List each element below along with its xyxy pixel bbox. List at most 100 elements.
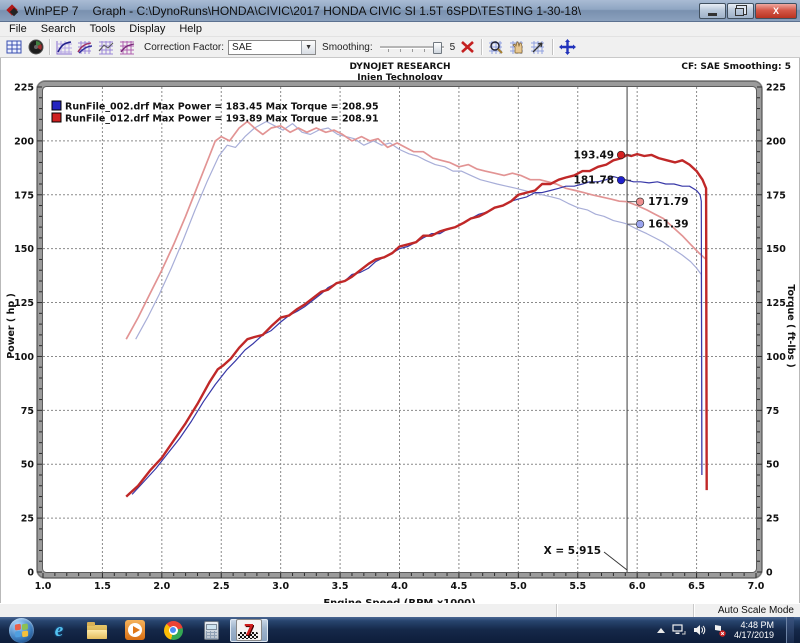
winpep7-icon: 7 xyxy=(236,619,262,641)
marker-value: 181.78 xyxy=(574,175,615,187)
status-bar: Auto Scale Mode xyxy=(0,603,800,617)
status-pane-middle xyxy=(557,604,694,617)
winpep-window: WinPEP 7 Graph - C:\DynoRuns\HONDA\CIVIC… xyxy=(0,0,800,640)
runs-table-button[interactable] xyxy=(4,38,25,56)
graph-multi-button[interactable] xyxy=(96,38,117,56)
restore-button[interactable] xyxy=(727,3,754,19)
folder-icon xyxy=(87,625,107,639)
pan-graph-icon xyxy=(509,40,526,55)
volume-icon[interactable] xyxy=(693,624,706,636)
correction-factor-label: Correction Factor: xyxy=(144,42,224,53)
network-icon[interactable] xyxy=(672,624,686,636)
minimize-button[interactable] xyxy=(699,3,726,19)
chart-area: DYNOJET RESEARCH Injen Technology CF: SA… xyxy=(0,58,800,603)
close-icon: X xyxy=(773,6,779,16)
start-button[interactable] xyxy=(2,618,40,642)
clock[interactable]: 4:48 PM 4/17/2019 xyxy=(734,620,774,640)
svg-text:75: 75 xyxy=(21,406,34,417)
svg-text:225: 225 xyxy=(766,83,786,94)
app-name: WinPEP 7 xyxy=(24,4,78,18)
taskbar-internet-explorer[interactable]: e xyxy=(40,618,78,642)
taskbar-winpep7-active[interactable]: 7 xyxy=(230,619,268,642)
correction-factor-value: SAE xyxy=(229,42,301,53)
svg-text:6.0: 6.0 xyxy=(629,581,646,592)
smoothing-slider[interactable] xyxy=(380,41,444,53)
smoothing-slider-handle[interactable] xyxy=(433,42,442,54)
svg-text:2.0: 2.0 xyxy=(153,581,170,592)
menu-tools[interactable]: Tools xyxy=(83,22,123,36)
chevron-down-icon[interactable]: ▼ xyxy=(301,41,315,54)
correction-factor-select[interactable]: SAE ▼ xyxy=(228,40,316,55)
menu-help[interactable]: Help xyxy=(172,22,209,36)
svg-text:150: 150 xyxy=(766,244,786,255)
marker-dot xyxy=(617,151,625,159)
graph-view-icon xyxy=(56,40,73,55)
tray-time: 4:48 PM xyxy=(734,620,774,630)
svg-text:4.5: 4.5 xyxy=(450,581,467,592)
graph-compare-button[interactable] xyxy=(117,38,138,56)
menu-bar: File Search Tools Display Help xyxy=(0,22,800,37)
legend-label: RunFile_012.drf Max Power = 193.89 Max T… xyxy=(65,114,379,125)
svg-text:175: 175 xyxy=(766,190,786,201)
legend-label: RunFile_002.drf Max Power = 183.45 Max T… xyxy=(65,102,379,113)
restore-icon xyxy=(735,8,744,16)
svg-text:200: 200 xyxy=(766,136,786,147)
svg-text:175: 175 xyxy=(14,190,34,201)
svg-text:Torque ( ft-lbs ): Torque ( ft-lbs ) xyxy=(785,284,796,367)
title-bar[interactable]: WinPEP 7 Graph - C:\DynoRuns\HONDA\CIVIC… xyxy=(0,0,800,22)
delete-icon xyxy=(460,40,475,54)
svg-text:200: 200 xyxy=(14,136,34,147)
track-graph-button[interactable] xyxy=(528,38,549,56)
media-player-icon xyxy=(125,620,145,640)
svg-text:50: 50 xyxy=(21,460,35,471)
taskbar-chrome[interactable] xyxy=(154,618,192,642)
curve-RunFile_012-power xyxy=(126,154,707,497)
dyno-plot[interactable]: 0025255050757510010012512515015017517520… xyxy=(1,58,799,603)
graph-compare-icon xyxy=(119,40,136,55)
svg-text:3.5: 3.5 xyxy=(332,581,349,592)
marker-value: 171.79 xyxy=(648,196,689,208)
graph-overlay-icon xyxy=(77,40,94,55)
taskbar-media-player[interactable] xyxy=(116,618,154,642)
graph-overlay-button[interactable] xyxy=(75,38,96,56)
show-desktop-button[interactable] xyxy=(786,617,794,643)
menu-search[interactable]: Search xyxy=(34,22,83,36)
marker-value: 193.49 xyxy=(574,149,615,161)
menu-file[interactable]: File xyxy=(2,22,34,36)
taskbar-calculator[interactable] xyxy=(192,618,230,642)
menu-display[interactable]: Display xyxy=(122,22,172,36)
close-button[interactable]: X xyxy=(755,3,797,19)
chrome-icon xyxy=(164,621,183,640)
svg-text:100: 100 xyxy=(14,352,34,363)
action-center-flag-icon[interactable] xyxy=(713,624,727,637)
svg-text:25: 25 xyxy=(21,514,34,525)
dyno-gauge-button[interactable] xyxy=(25,38,46,56)
app-icon xyxy=(6,4,19,17)
tray-date: 4/17/2019 xyxy=(734,630,774,640)
graph-multi-icon xyxy=(98,40,115,55)
marker-dot xyxy=(617,176,625,184)
svg-text:5.0: 5.0 xyxy=(510,581,527,592)
smoothing-value: 5 xyxy=(450,42,456,53)
svg-text:2.5: 2.5 xyxy=(213,581,230,592)
taskbar-file-explorer[interactable] xyxy=(78,618,116,642)
pan-graph-button[interactable] xyxy=(507,38,528,56)
svg-text:125: 125 xyxy=(766,298,786,309)
status-pane-mode: Auto Scale Mode xyxy=(694,604,800,617)
svg-text:50: 50 xyxy=(766,460,780,471)
marker-dot xyxy=(636,220,644,228)
delete-run-button[interactable] xyxy=(457,38,478,56)
marker-dot xyxy=(636,198,644,206)
svg-text:3.0: 3.0 xyxy=(272,581,289,592)
show-hidden-icons-arrow[interactable] xyxy=(657,628,665,633)
zoom-graph-button[interactable] xyxy=(486,38,507,56)
graph-view-button[interactable] xyxy=(54,38,75,56)
cursor-x-label: X = 5.915 xyxy=(544,545,601,557)
minimize-icon xyxy=(708,13,717,16)
legend-swatch xyxy=(52,101,61,110)
svg-text:4.0: 4.0 xyxy=(391,581,408,592)
taskbar: e 7 4:48 PM 4/17/2019 xyxy=(0,617,800,643)
marker-value: 161.39 xyxy=(648,219,689,231)
move-axes-button[interactable] xyxy=(557,38,578,56)
calculator-icon xyxy=(204,621,219,640)
